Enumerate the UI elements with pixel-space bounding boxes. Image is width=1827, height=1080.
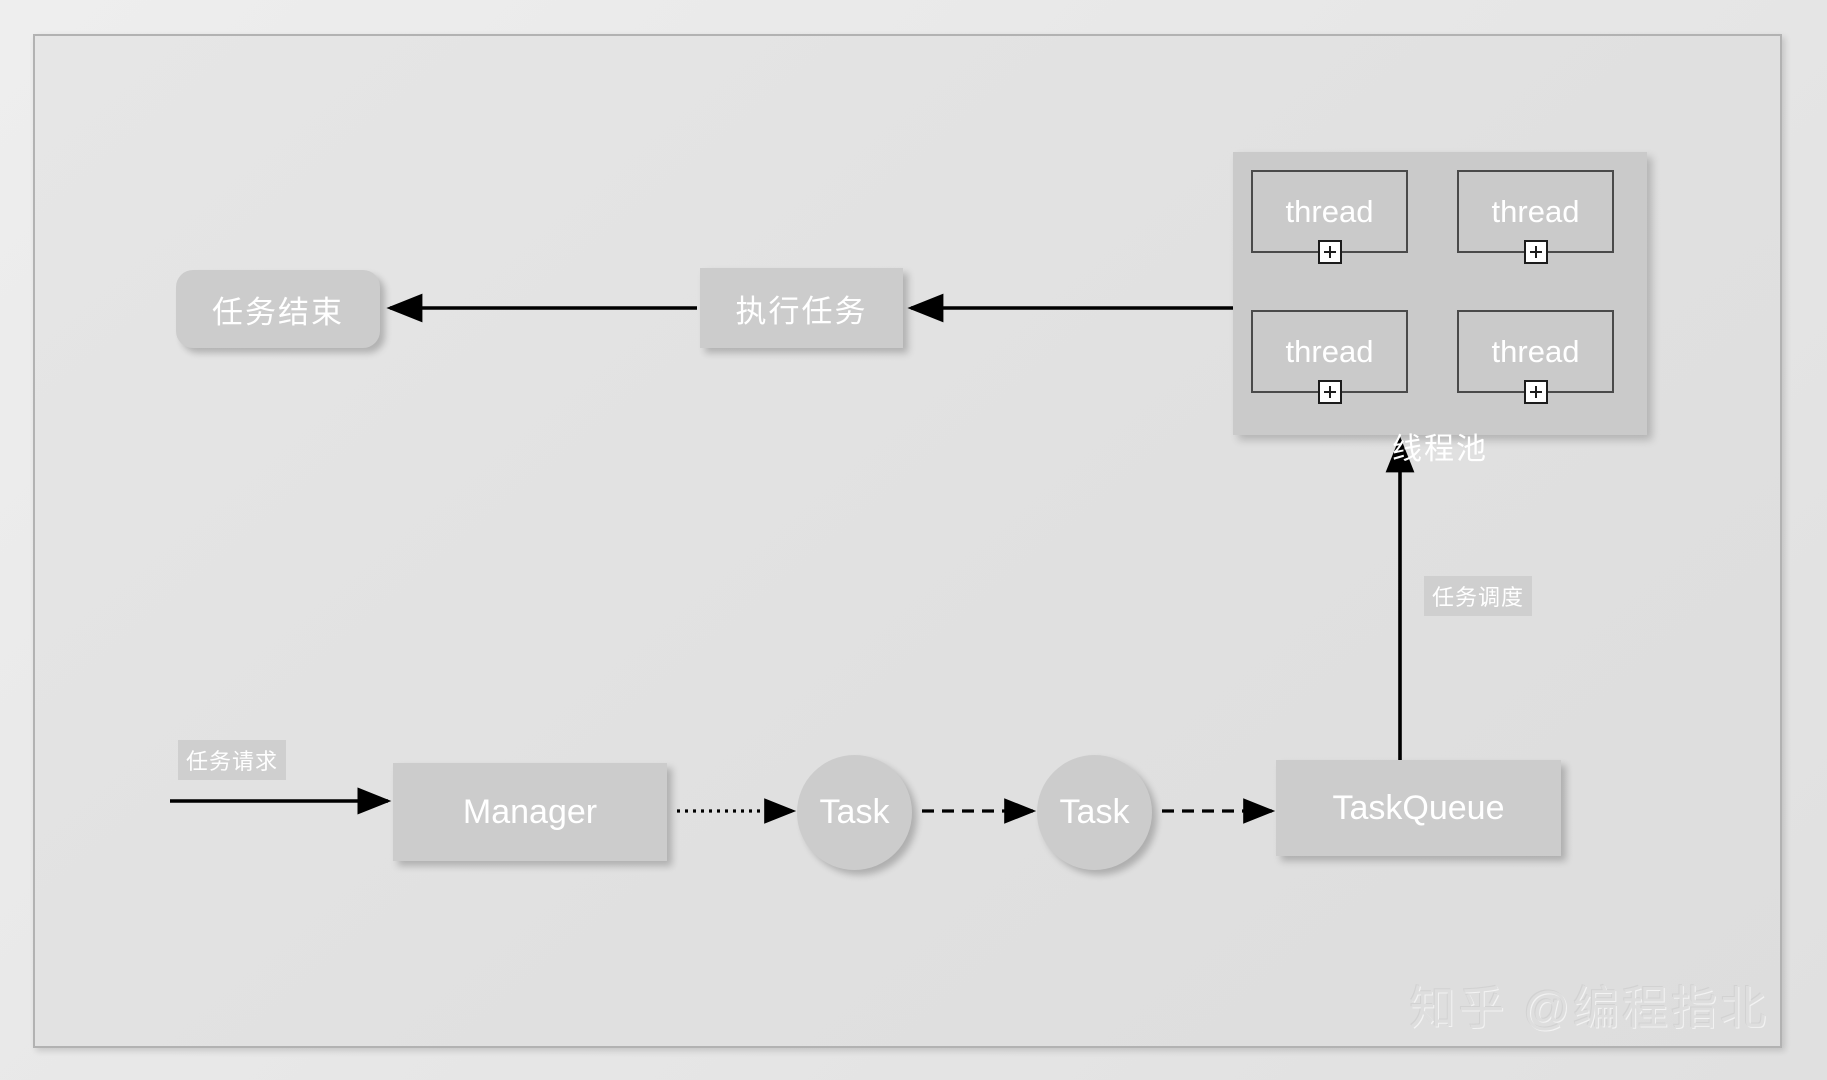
- watermark: 知乎 @编程指北: [1409, 982, 1769, 1034]
- expand-plus-icon[interactable]: [1523, 240, 1548, 264]
- thread-box-4[interactable]: thread: [1457, 310, 1614, 404]
- thread-box-3-label: thread: [1285, 333, 1374, 369]
- node-task-queue-label: TaskQueue: [1332, 788, 1505, 827]
- thread-box-3[interactable]: thread: [1251, 310, 1408, 404]
- node-task-2[interactable]: Task: [1037, 755, 1152, 870]
- node-task-1-label: Task: [819, 793, 890, 831]
- thread-box-1[interactable]: thread: [1251, 170, 1408, 264]
- node-manager-label: Manager: [462, 792, 598, 831]
- node-exec-task-label: 执行任务: [735, 293, 868, 329]
- node-task-end-label: 任务结束: [212, 294, 344, 330]
- expand-plus-icon[interactable]: [1317, 380, 1342, 404]
- node-thread-pool[interactable]: thread thread thread thread 线程池: [1233, 152, 1647, 466]
- edge-label-task-request: 任务请求: [178, 740, 287, 780]
- thread-box-2[interactable]: thread: [1457, 170, 1614, 264]
- thread-box-4-label: thread: [1491, 333, 1580, 369]
- diagram-canvas: 任务结束 执行任务 Manager Task Task TaskQueue th…: [0, 0, 1827, 1080]
- thread-box-1-label: thread: [1285, 193, 1374, 229]
- node-exec-task[interactable]: 执行任务: [700, 268, 903, 348]
- expand-plus-icon[interactable]: [1523, 380, 1548, 404]
- thread-box-2-label: thread: [1491, 193, 1580, 229]
- node-task-queue[interactable]: TaskQueue: [1276, 760, 1561, 856]
- edge-label-task-schedule: 任务调度: [1424, 576, 1533, 616]
- node-task-end[interactable]: 任务结束: [176, 270, 380, 348]
- node-manager[interactable]: Manager: [393, 763, 667, 861]
- expand-plus-icon[interactable]: [1317, 240, 1342, 264]
- node-task-1[interactable]: Task: [797, 755, 912, 870]
- node-task-2-label: Task: [1059, 793, 1130, 831]
